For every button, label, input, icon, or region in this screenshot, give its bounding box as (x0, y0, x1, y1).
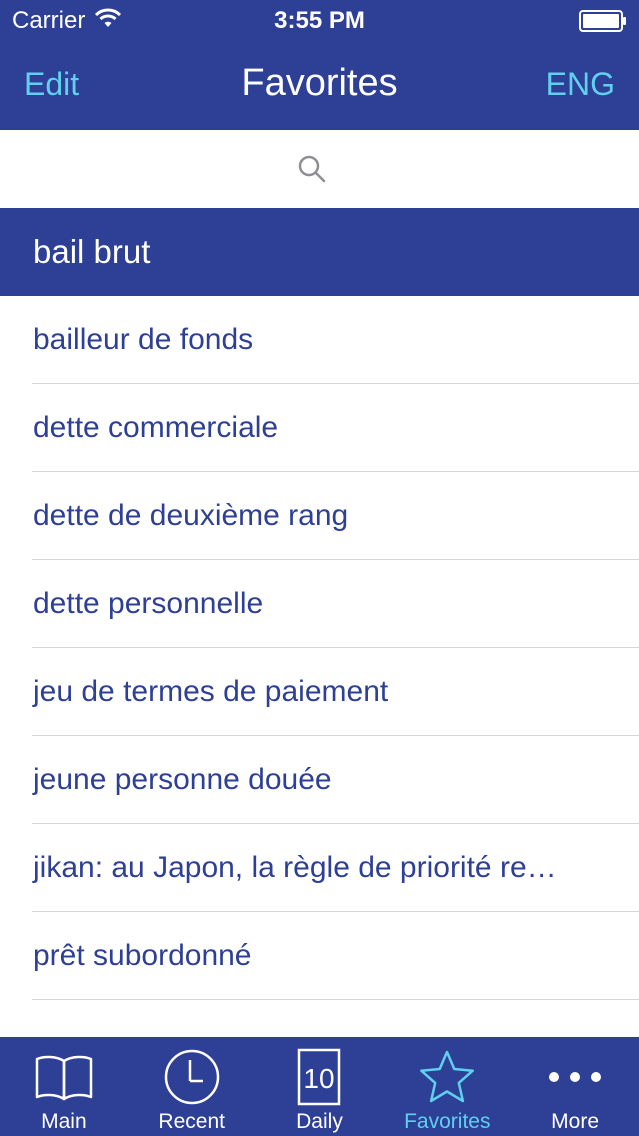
list-item[interactable]: bail brut (0, 208, 639, 296)
tab-label: Recent (158, 1110, 225, 1133)
clock: 3:55 PM (274, 7, 365, 34)
list-item[interactable]: jikan: au Japon, la règle de priorité re… (0, 824, 639, 912)
clock-icon (128, 1047, 256, 1107)
calendar-icon: 10 (256, 1047, 384, 1107)
tab-more[interactable]: More (511, 1037, 639, 1136)
search-icon (297, 154, 327, 189)
calendar-day: 10 (304, 1063, 335, 1094)
tab-main[interactable]: Main (0, 1037, 128, 1136)
list-item[interactable]: dette commerciale (0, 384, 639, 472)
status-bar: Carrier 3:55 PM (0, 0, 639, 40)
book-icon (0, 1047, 128, 1107)
list-item[interactable]: bailleur de fonds (0, 296, 639, 384)
tab-label: More (551, 1110, 600, 1133)
tab-daily[interactable]: 10 Daily (256, 1037, 384, 1136)
tab-label: Main (41, 1110, 87, 1133)
list-item[interactable]: jeune personne douée (0, 736, 639, 824)
tab-label: Favorites (404, 1110, 491, 1133)
list-item[interactable]: dette personnelle (0, 560, 639, 648)
tab-bar: Main Recent 10 Daily Favorites More (0, 1037, 639, 1136)
list-item[interactable]: dette de deuxième rang (0, 472, 639, 560)
language-button[interactable]: ENG (546, 66, 615, 103)
battery-icon (579, 10, 627, 37)
tab-label: Daily (296, 1110, 343, 1133)
page-title: Favorites (241, 62, 398, 104)
favorites-list: bail brut bailleur de fonds dette commer… (0, 208, 639, 1000)
star-icon (383, 1047, 511, 1107)
search-input[interactable] (0, 130, 639, 208)
list-item[interactable]: jeu de termes de paiement (0, 648, 639, 736)
tab-recent[interactable]: Recent (128, 1037, 256, 1136)
list-item[interactable]: prêt subordonné (0, 912, 639, 1000)
header: Carrier 3:55 PM Edit Favorites ENG (0, 0, 639, 130)
tab-favorites[interactable]: Favorites (383, 1037, 511, 1136)
more-icon (511, 1047, 639, 1107)
nav-bar: Edit Favorites ENG (0, 40, 639, 130)
